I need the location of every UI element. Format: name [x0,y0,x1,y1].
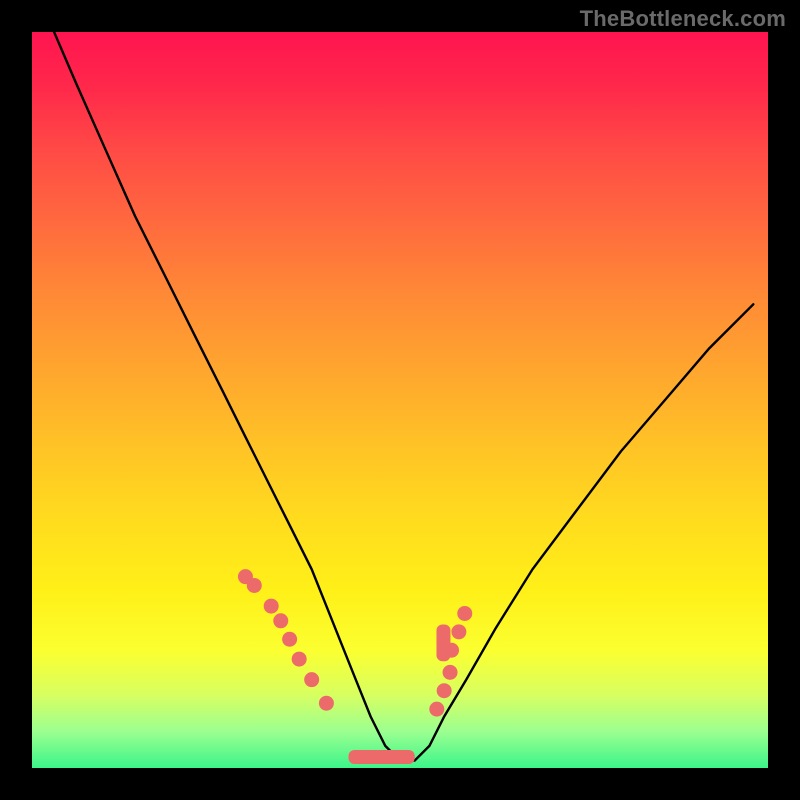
watermark-text: TheBottleneck.com [580,6,786,32]
marker-dot [437,683,452,698]
markers-right [429,606,472,717]
chart-frame: TheBottleneck.com [0,0,800,800]
bottleneck-curve [54,32,753,761]
marker-dot [443,665,458,680]
marker-dot [451,624,466,639]
marker-dot [273,613,288,628]
marker-dot [319,696,334,711]
marker-dot [429,702,444,717]
marker-dot [292,652,307,667]
plot-area [32,32,768,768]
marker-dot [304,672,319,687]
marker-dot [282,632,297,647]
marker-dot [264,599,279,614]
pill-bottom [348,750,414,764]
bottleneck-curve-svg [32,32,768,768]
marker-dot [247,578,262,593]
pill-right [436,624,450,661]
marker-dot [457,606,472,621]
